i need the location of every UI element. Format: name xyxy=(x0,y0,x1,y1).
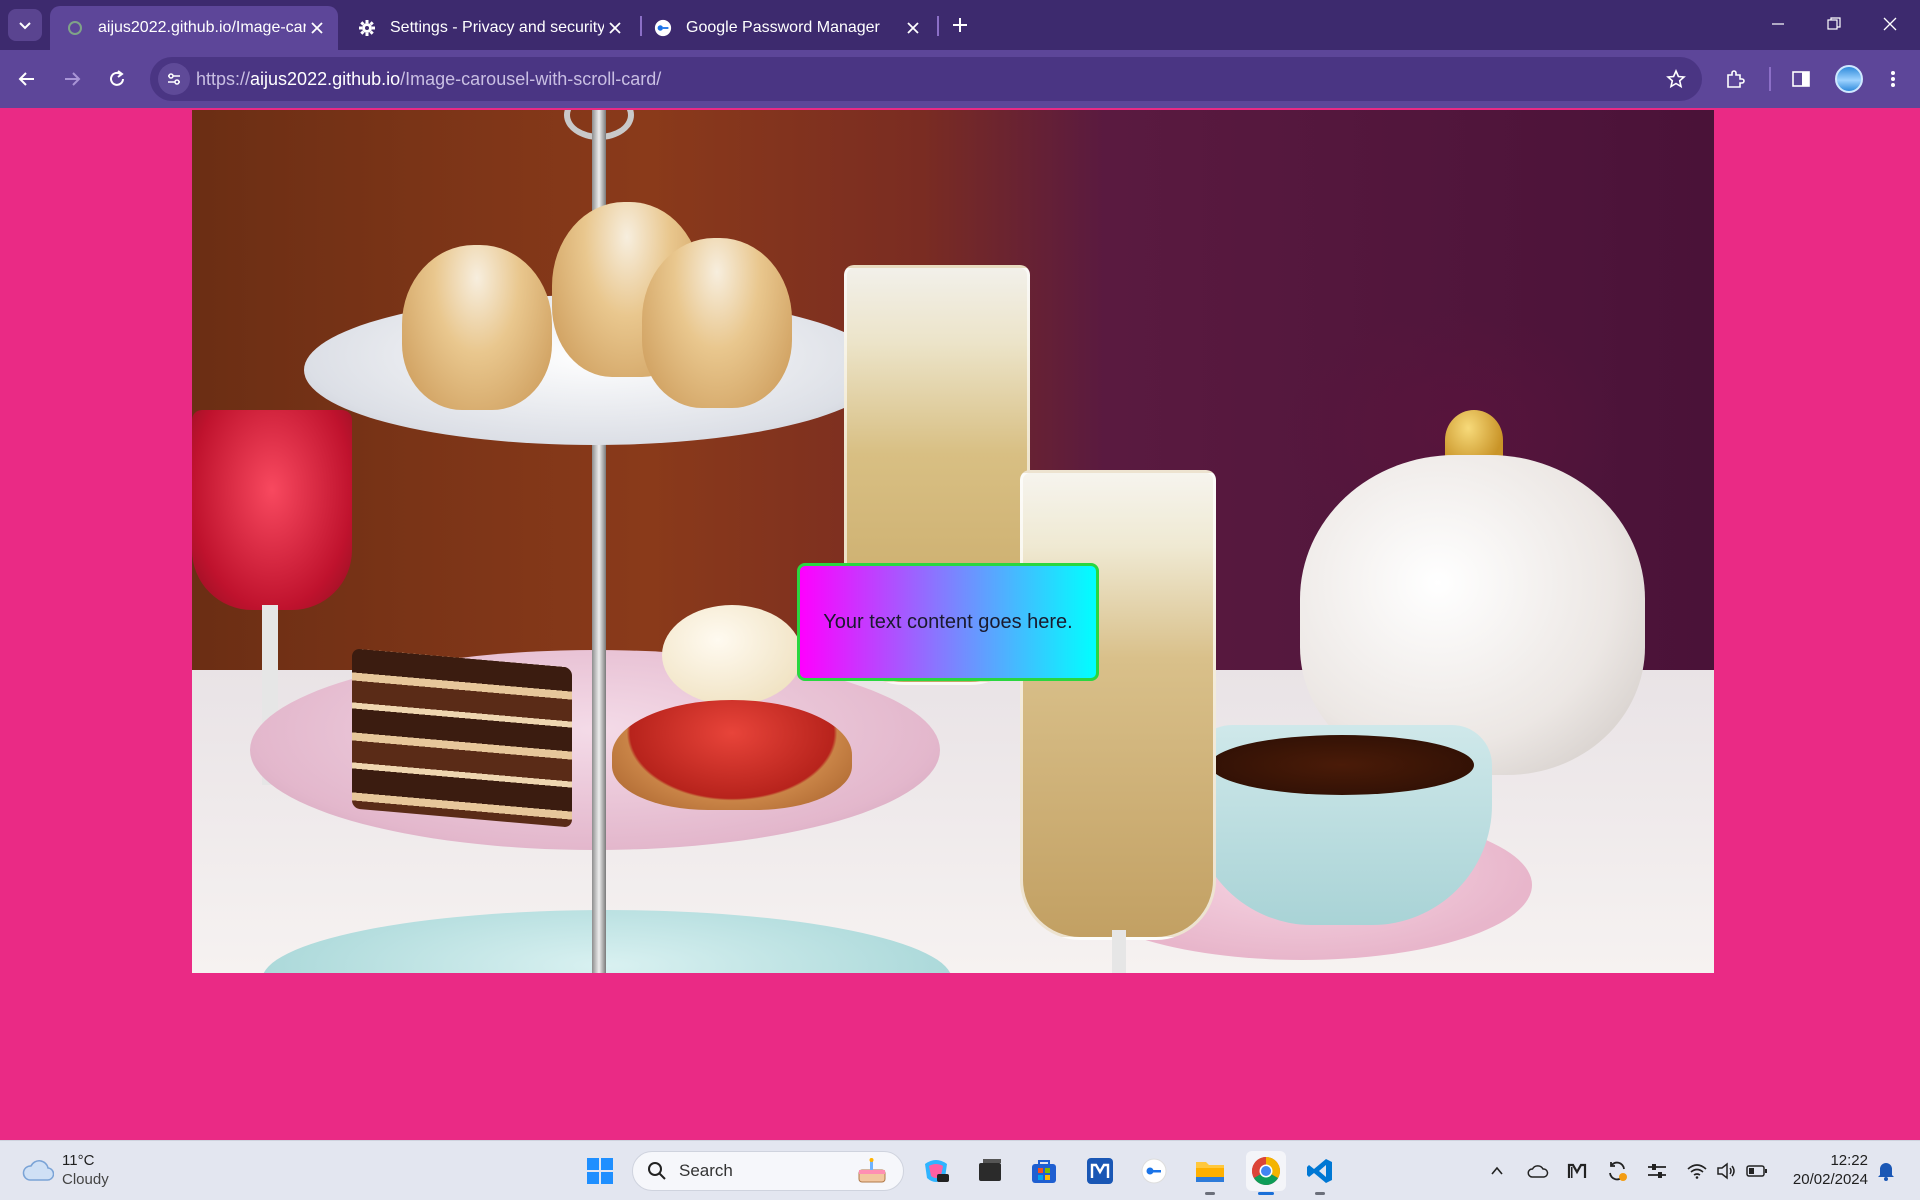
address-bar[interactable]: https://aijus2022.github.io/Image-carous… xyxy=(150,57,1702,101)
browser-tab-strip: aijus2022.github.io/Image-caro Settings … xyxy=(0,0,1920,50)
browser-toolbar: https://aijus2022.github.io/Image-carous… xyxy=(0,50,1920,108)
photo-chocolate-cake xyxy=(352,648,572,828)
weather-condition: Cloudy xyxy=(62,1171,109,1188)
password-manager-icon xyxy=(654,19,672,37)
wifi-icon[interactable] xyxy=(1685,1159,1709,1183)
password-key-icon[interactable] xyxy=(1134,1151,1174,1191)
windows-taskbar: 11°C Cloudy Search 12:22 20/02/2024 xyxy=(0,1140,1920,1200)
side-panel-button[interactable] xyxy=(1784,62,1818,96)
photo-scone xyxy=(642,238,792,408)
site-info-button[interactable] xyxy=(158,63,190,95)
vscode-icon[interactable] xyxy=(1300,1151,1340,1195)
extensions-button[interactable] xyxy=(1718,62,1752,96)
clock-time: 12:22 xyxy=(1830,1152,1868,1169)
card-text: Your text content goes here. xyxy=(823,610,1073,633)
minimize-icon xyxy=(1772,23,1784,25)
photo-scone xyxy=(402,245,552,410)
browser-menu-button[interactable] xyxy=(1876,62,1910,96)
carousel-image-afternoon-tea xyxy=(192,110,1714,973)
sync-update-icon[interactable] xyxy=(1605,1159,1629,1183)
system-clock[interactable]: 12:22 20/02/2024 xyxy=(1780,1151,1868,1189)
tab-title: Google Password Manager xyxy=(686,19,880,36)
start-button[interactable] xyxy=(580,1151,620,1191)
gear-icon xyxy=(358,19,376,37)
photo-strawberry-tart xyxy=(612,700,852,810)
reload-icon xyxy=(110,70,124,86)
restore-icon xyxy=(1827,17,1841,30)
onedrive-cloud-icon[interactable] xyxy=(1526,1159,1550,1183)
tab-title: Settings - Privacy and security xyxy=(390,19,604,36)
scroll-text-card: Your text content goes here. xyxy=(797,563,1099,681)
settings-sliders-icon[interactable] xyxy=(1645,1159,1669,1183)
chrome-icon[interactable] xyxy=(1246,1151,1286,1195)
running-indicator xyxy=(1315,1192,1325,1195)
url-path: /Image-carousel-with-scroll-card/ xyxy=(400,69,662,89)
show-hidden-icons-chevron-icon[interactable] xyxy=(1485,1159,1509,1183)
restore-button[interactable] xyxy=(1806,0,1862,48)
notification-bell-icon[interactable] xyxy=(1874,1159,1898,1183)
search-label: Search xyxy=(679,1161,733,1180)
arrow-right-icon xyxy=(65,72,81,86)
chevron-down-icon xyxy=(19,22,31,30)
app-m-icon[interactable] xyxy=(1080,1151,1120,1191)
windows-logo-icon xyxy=(587,1158,613,1184)
profile-avatar[interactable] xyxy=(1835,65,1863,93)
photo-tea xyxy=(1210,735,1474,795)
arrow-left-icon xyxy=(18,72,34,86)
side-panel-icon xyxy=(1792,71,1810,87)
plus-icon xyxy=(953,18,967,32)
bookmark-star-icon[interactable] xyxy=(1664,67,1688,91)
file-explorer-icon[interactable] xyxy=(1190,1151,1230,1195)
new-tab-button[interactable] xyxy=(946,11,974,39)
photo-cream-pastry xyxy=(662,605,802,705)
puzzle-icon xyxy=(1727,70,1745,88)
photo-glass-stem xyxy=(1112,930,1126,973)
photo-champagne-glass xyxy=(1020,470,1216,940)
reload-button[interactable] xyxy=(100,62,134,96)
minimize-button[interactable] xyxy=(1750,0,1806,48)
volume-icon[interactable] xyxy=(1714,1159,1738,1183)
close-tab-icon[interactable] xyxy=(604,17,626,39)
tab-search-button[interactable] xyxy=(8,9,42,41)
close-tab-icon[interactable] xyxy=(902,17,924,39)
search-icon xyxy=(648,1162,666,1180)
url-scheme: https:// xyxy=(196,69,251,89)
back-button[interactable] xyxy=(10,62,44,96)
toolbar-divider xyxy=(1769,67,1771,91)
running-indicator xyxy=(1258,1192,1274,1195)
tab-settings-privacy[interactable]: Settings - Privacy and security xyxy=(342,6,636,50)
tab-image-carousel[interactable]: aijus2022.github.io/Image-caro xyxy=(50,6,338,50)
forward-button[interactable] xyxy=(55,62,89,96)
site-favicon-icon xyxy=(66,19,84,37)
tab-title: aijus2022.github.io/Image-caro xyxy=(98,19,306,36)
close-tab-icon[interactable] xyxy=(306,17,328,39)
copilot-icon[interactable] xyxy=(916,1151,956,1191)
tab-password-manager[interactable]: Google Password Manager xyxy=(638,6,934,50)
close-icon xyxy=(1883,17,1897,31)
battery-icon[interactable] xyxy=(1745,1159,1769,1183)
url-text[interactable]: https://aijus2022.github.io/Image-carous… xyxy=(196,69,661,90)
cloud-icon xyxy=(22,1160,54,1181)
more-vertical-icon xyxy=(1891,71,1895,87)
microsoft-store-icon[interactable] xyxy=(1024,1151,1064,1191)
birthday-cake-icon xyxy=(858,1158,886,1183)
weather-widget[interactable]: 11°C Cloudy xyxy=(22,1151,109,1189)
clock-date: 20/02/2024 xyxy=(1792,1171,1868,1188)
url-host: aijus2022.github.io xyxy=(250,69,401,89)
close-window-button[interactable] xyxy=(1862,0,1918,48)
tray-m-icon[interactable] xyxy=(1565,1159,1589,1183)
task-view-icon[interactable] xyxy=(970,1151,1010,1191)
weather-temperature: 11°C xyxy=(62,1152,95,1169)
running-indicator xyxy=(1205,1192,1215,1195)
photo-red-wine-glass xyxy=(192,410,352,610)
tune-icon xyxy=(168,73,180,85)
taskbar-search[interactable]: Search xyxy=(632,1151,904,1191)
tab-separator xyxy=(937,16,939,36)
